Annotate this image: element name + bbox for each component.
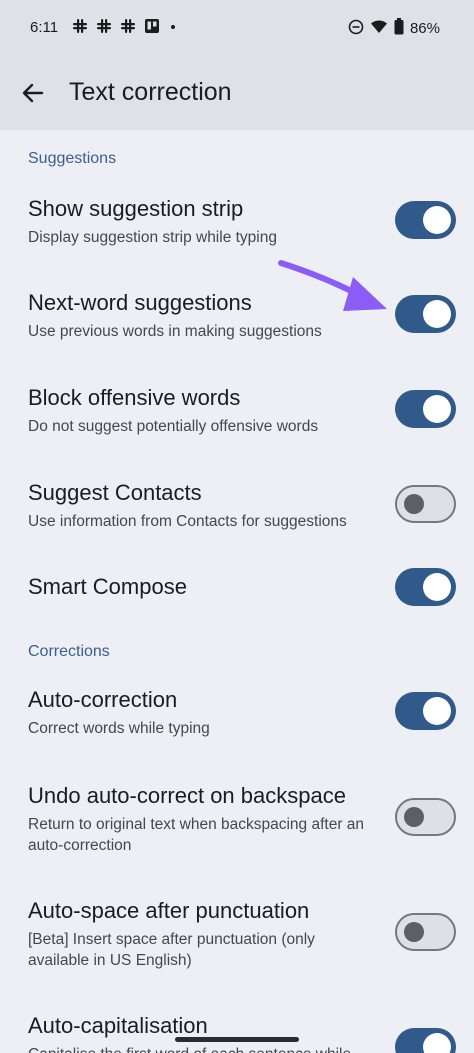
trello-icon [144,18,160,39]
setting-title: Show suggestion strip [28,196,244,221]
section-header-corrections: Corrections [28,643,110,660]
setting-suggest-contacts[interactable]: Suggest Contacts Use information from Co… [0,474,474,544]
setting-title: Suggest Contacts [28,480,202,505]
setting-title: Auto-space after punctuation [28,898,310,923]
toggle-switch[interactable] [395,485,456,523]
setting-auto-space[interactable]: Auto-space after punctuation [Beta] Inse… [0,892,474,982]
toggle-switch[interactable] [395,1028,456,1053]
setting-subtitle: Return to original text when backspacing… [28,816,365,854]
setting-undo-auto-correct[interactable]: Undo auto-correct on backspace Return to… [0,777,474,867]
dot-icon [168,18,178,39]
setting-subtitle: Capitalise the first word of each senten… [28,1044,378,1053]
toggle-knob [423,395,451,423]
app-bar: Text correction [0,58,474,130]
setting-title: Undo auto-correct on backspace [28,783,346,808]
annotation-arrow-icon [278,260,387,311]
setting-next-word-suggestions[interactable]: Next-word suggestions Use previous words… [0,284,474,354]
status-time: 6:11 [30,19,59,36]
slack-icon [72,18,88,39]
setting-subtitle: Do not suggest potentially offensive wor… [28,418,319,435]
slack-icon [96,18,112,39]
section-header-suggestions: Suggestions [28,150,117,167]
setting-auto-capitalisation[interactable]: Auto-capitalisation Capitalise the first… [0,1007,474,1053]
toggle-switch[interactable] [395,913,456,951]
setting-block-offensive-words[interactable]: Block offensive words Do not suggest pot… [0,379,474,449]
setting-title: Auto-capitalisation [28,1013,208,1038]
notification-icons [72,18,178,39]
gesture-nav-handle[interactable] [175,1037,299,1042]
setting-title: Block offensive words [28,385,241,410]
setting-subtitle: Use previous words in making suggestions [28,323,322,340]
setting-smart-compose[interactable]: Smart Compose [0,566,474,610]
wifi-icon [370,19,388,39]
slack-icon [120,18,136,39]
toggle-knob [404,921,424,942]
toggle-knob [404,493,424,514]
setting-auto-correction[interactable]: Auto-correction Correct words while typi… [0,681,474,751]
setting-title: Smart Compose [28,574,187,599]
toggle-knob [404,806,424,827]
setting-title: Auto-correction [28,687,178,712]
toggle-switch[interactable] [395,201,456,239]
status-right: 86% [348,18,440,39]
toggle-switch[interactable] [395,390,456,428]
setting-subtitle: [Beta] Insert space after punctuation (o… [28,931,315,969]
toggle-knob [423,573,451,601]
dnd-icon [348,19,364,39]
toggle-switch[interactable] [395,568,456,606]
status-bar: 6:11 86% [0,0,474,58]
battery-icon [394,18,404,39]
setting-subtitle: Use information from Contacts for sugges… [28,513,347,530]
setting-show-suggestion-strip[interactable]: Show suggestion strip Display suggestion… [0,190,474,260]
back-arrow-icon[interactable] [20,80,46,106]
toggle-switch[interactable] [395,798,456,836]
toggle-knob [423,206,451,234]
setting-title: Next-word suggestions [28,290,252,315]
toggle-knob [423,1033,451,1053]
setting-subtitle: Correct words while typing [28,720,210,737]
toggle-switch[interactable] [395,295,456,333]
toggle-knob [423,697,451,725]
toggle-knob [423,300,451,328]
page-title: Text correction [69,78,232,106]
toggle-switch[interactable] [395,692,456,730]
battery-percent: 86% [409,20,440,37]
setting-subtitle: Display suggestion strip while typing [28,229,277,246]
